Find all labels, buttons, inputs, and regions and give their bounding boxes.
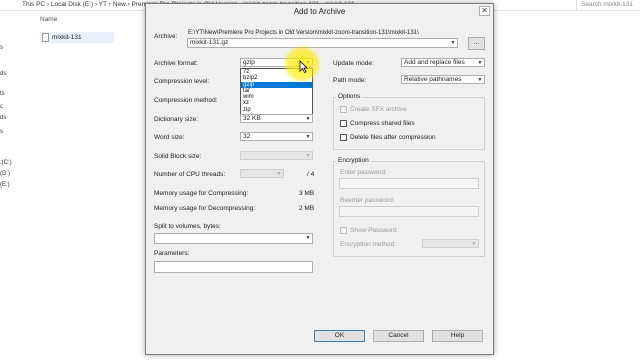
sfx-label: Create SFX archive [350,106,407,113]
nav-item[interactable]: s [0,129,3,135]
shared-files-label: Compress shared files [350,120,415,127]
options-title: Options [336,93,363,100]
close-button[interactable]: ✕ [479,6,490,16]
split-volumes-select[interactable]: ▼ [154,233,313,244]
archive-format-label: Archive format: [154,60,198,67]
compression-method-label: Compression method: [154,97,218,104]
word-size-label: Word size: [154,134,185,141]
word-size-value: 32 [243,133,251,140]
explorer-nav-pane: s ds ts c ds s :(C:) (D:) (E:) [0,11,22,360]
delete-files-label: Delete files after compression [350,134,436,141]
chevron-down-icon: ▼ [276,171,282,177]
archive-name-value: mixkit-131.gz [190,39,229,46]
browse-button[interactable]: ... [468,37,485,50]
mem-compress-label: Memory usage for Compressing: [154,190,249,197]
update-mode-label: Update mode: [333,60,374,67]
mouse-cursor-icon [299,60,308,73]
dictionary-size-select[interactable]: 32 KB ▼ [240,114,313,123]
file-item[interactable]: mixkit-131 [40,32,114,43]
reenter-password-label: Reenter password: [340,197,395,204]
encryption-method-select[interactable]: ▼ [422,239,479,248]
show-password-checkbox[interactable] [340,227,347,234]
file-name: mixkit-131 [52,34,82,41]
nav-item[interactable]: ds [0,71,6,77]
nav-item-drive-c[interactable]: :(C:) [0,160,12,166]
chevron-down-icon: ▼ [477,77,483,83]
cpu-threads-select[interactable]: ▼ [240,169,284,178]
dictionary-size-label: Dictionary size: [154,116,199,123]
sfx-checkbox[interactable] [340,106,347,113]
cpu-threads-total: / 4 [307,171,315,178]
cpu-threads-label: Number of CPU threads: [154,171,226,178]
nav-item-drive-e[interactable]: (E:) [0,182,10,188]
split-volumes-label: Split to volumes, bytes: [154,223,221,230]
encryption-method-label: Encryption method: [340,241,397,248]
reenter-password-input[interactable] [339,206,479,217]
mem-decompress-label: Memory usage for Decompressing: [154,205,256,212]
mem-decompress-value: 2 MB [299,205,315,212]
encryption-title: Encryption [336,157,371,164]
solid-block-label: Solid Block size: [154,153,202,160]
nav-item[interactable]: s [0,45,3,51]
show-password-label: Show Password [350,227,397,234]
parameters-label: Parameters: [154,250,190,257]
delete-files-checkbox[interactable] [340,134,347,141]
nav-item[interactable]: ts [0,91,5,97]
file-icon [42,33,49,42]
path-mode-value: Relative pathnames [404,76,462,83]
dialog-titlebar[interactable]: Add to Archive [146,4,493,20]
nav-item-drive-d[interactable]: (D:) [0,171,10,177]
update-mode-value: Add and replace files [404,59,465,66]
shared-files-checkbox[interactable] [340,120,347,127]
format-option-zip[interactable]: zip [241,107,312,113]
parameters-input[interactable] [154,261,313,273]
chevron-down-icon: ▼ [450,40,456,46]
nav-item[interactable]: ds [0,115,6,121]
path-mode-label: Path mode: [333,77,367,84]
dictionary-size-value: 32 KB [243,115,261,122]
mem-compress-value: 3 MB [299,190,315,197]
solid-block-select[interactable]: ▼ [240,151,313,160]
update-mode-select[interactable]: Add and replace files ▼ [401,58,485,67]
chevron-down-icon: ▼ [305,116,311,122]
nav-item[interactable]: c [0,104,3,110]
path-mode-select[interactable]: Relative pathnames ▼ [401,75,485,84]
cancel-button[interactable]: Cancel [373,330,424,342]
archive-name-combo[interactable]: mixkit-131.gz ▼ [187,38,458,48]
chevron-down-icon: ▼ [477,60,483,66]
dialog-title: Add to Archive [293,7,346,16]
archive-label: Archive: [154,33,178,40]
ok-button[interactable]: OK [314,330,365,342]
chevron-down-icon: ▼ [305,153,311,159]
enter-password-label: Enter password: [340,169,387,176]
chevron-down-icon: ▼ [471,241,477,247]
archive-path: E:\YT\New\Premiere Pro Projects in Old V… [188,30,419,36]
chevron-down-icon: ▼ [305,235,311,241]
compression-level-label: Compression level: [154,78,210,85]
archive-format-value: gzip [243,59,255,66]
explorer-search-input[interactable]: Search mixkit-131 [576,0,640,10]
word-size-select[interactable]: 32 ▼ [240,132,313,141]
chevron-down-icon: ▼ [305,134,311,140]
password-input[interactable] [339,178,479,189]
help-button[interactable]: Help [432,330,483,342]
column-header-name[interactable]: Name [40,16,57,23]
